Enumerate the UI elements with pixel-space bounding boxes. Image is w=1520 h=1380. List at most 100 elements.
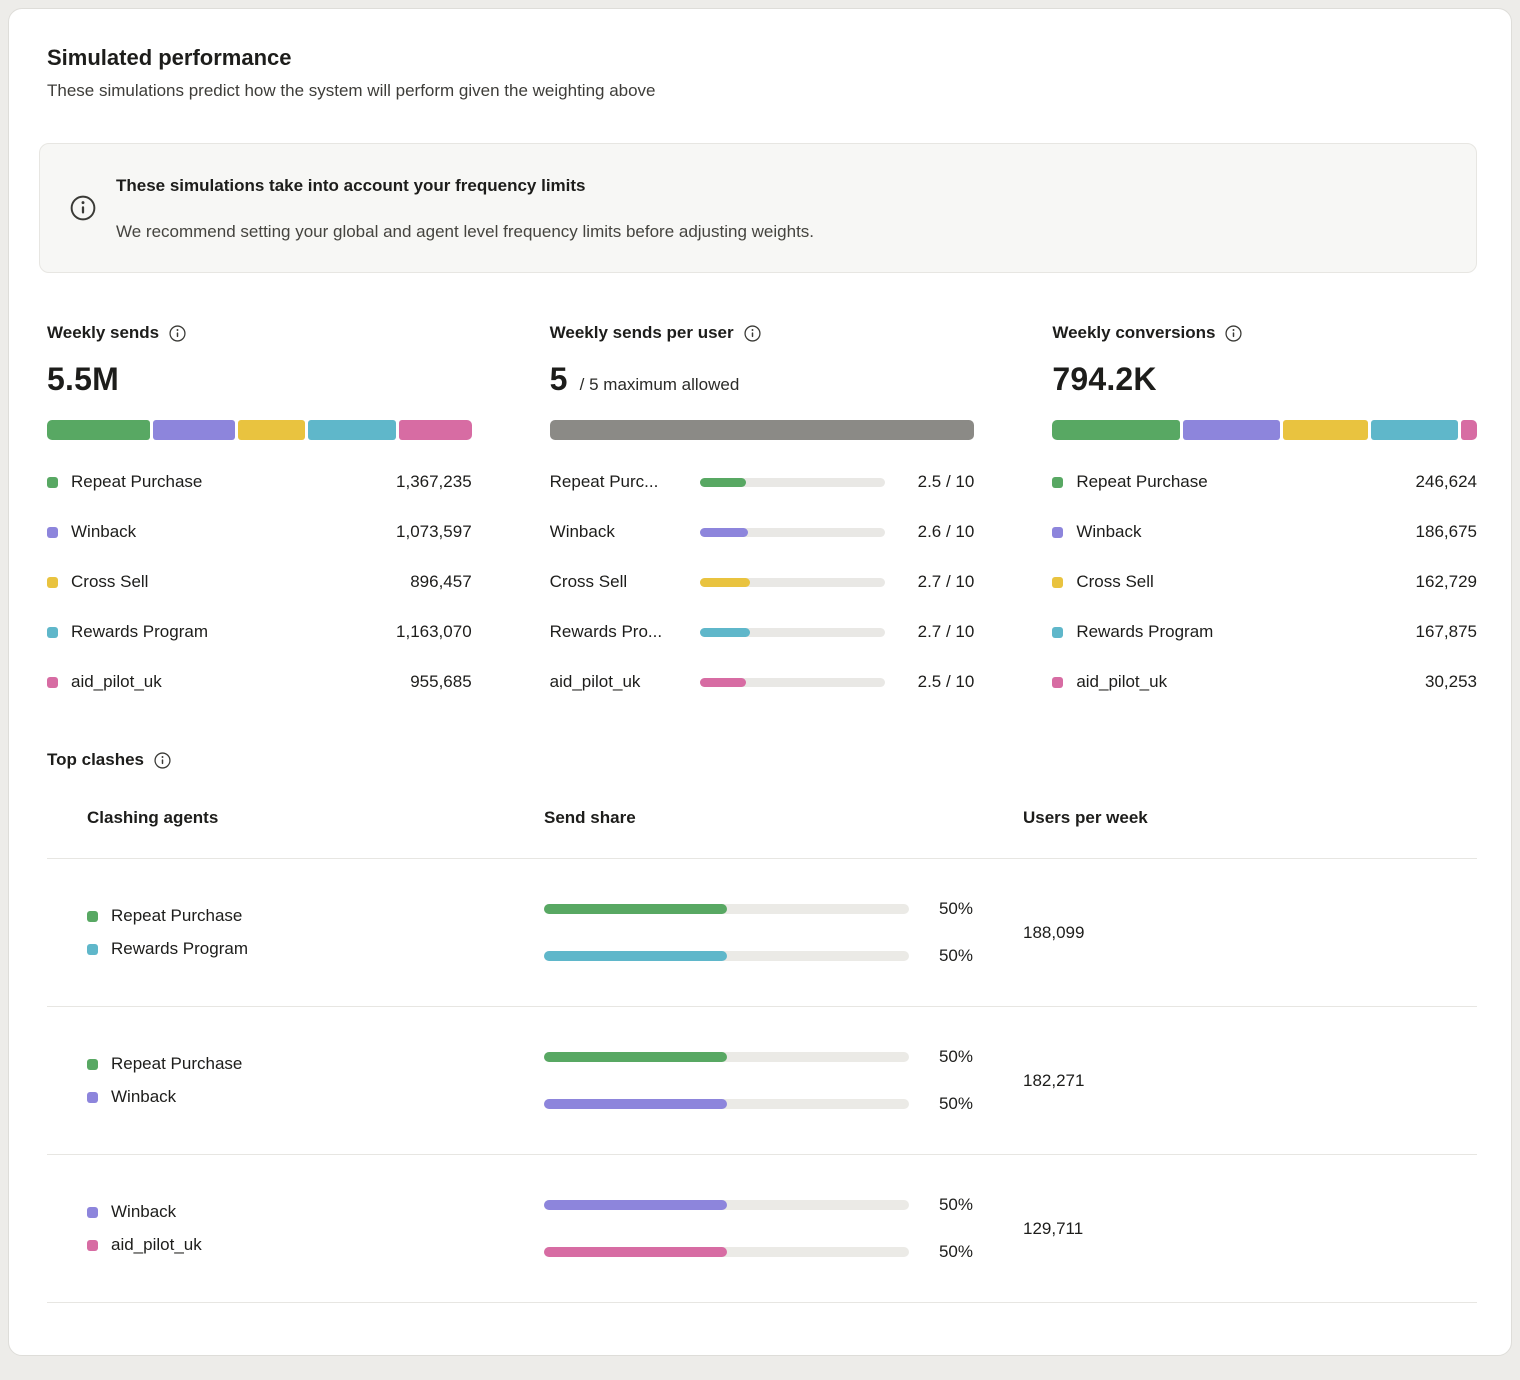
info-icon[interactable] [744, 325, 761, 342]
info-icon[interactable] [1225, 325, 1242, 342]
send-share-bar-row: 50% [544, 1094, 1023, 1114]
per-user-label: Cross Sell [550, 572, 700, 592]
per-user-progress-bar [700, 628, 885, 637]
per-user-label: aid_pilot_uk [550, 672, 700, 692]
legend-dot [47, 577, 58, 588]
legend-dot [87, 1092, 98, 1103]
send-share-fill [544, 1247, 727, 1257]
top-clashes-table-header: Clashing agents Send share Users per wee… [47, 808, 1477, 859]
legend-dot [87, 911, 98, 922]
weekly-conversions-legend: Repeat Purchase 246,624 Winback 186,675 Cros… [1052, 472, 1477, 692]
weekly-sends-header: Weekly sends [47, 323, 472, 343]
clash-agent-aid-pilot-uk: aid_pilot_uk [87, 1235, 544, 1255]
per-user-value: 2.7 / 10 [918, 622, 975, 642]
clash-agent-repeat-purchase: Repeat Purchase [87, 1054, 544, 1074]
legend-row-repeat-purchase: Repeat Purchase 246,624 [1052, 472, 1477, 492]
per-user-label: Winback [550, 522, 700, 542]
stacked-segment-cross-sell [238, 420, 306, 440]
clash-users-value: 188,099 [1023, 923, 1477, 943]
per-user-progress-fill [700, 478, 746, 487]
send-share-bar-row: 50% [544, 899, 1023, 919]
legend-value: 1,163,070 [396, 622, 472, 642]
per-user-row-rewards-pro: Rewards Pro...2.7 / 10 [550, 622, 975, 642]
stacked-segment-aid-pilot-uk [1461, 420, 1477, 440]
weekly-sends-total-row: 5.5M [47, 361, 472, 398]
legend-dot [47, 627, 58, 638]
send-share-bar [544, 1052, 909, 1062]
send-share-bar [544, 1200, 909, 1210]
clash-agent-label: Winback [111, 1202, 176, 1222]
legend-dot [87, 1240, 98, 1251]
stacked-segment-cross-sell [1283, 420, 1368, 440]
page-subtitle: These simulations predict how the system… [47, 81, 1469, 101]
send-share-value: 50% [917, 1242, 973, 1262]
stacked-segment-repeat-purchase [47, 420, 150, 440]
weekly-sends-per-user-header: Weekly sends per user [550, 323, 975, 343]
legend-value: 162,729 [1416, 572, 1477, 592]
weekly-sends-total: 5.5M [47, 361, 119, 398]
page-title: Simulated performance [47, 45, 1469, 71]
clash-row: Repeat PurchaseWinback50%50%182,271 [47, 1007, 1477, 1155]
per-user-progress-fill [700, 578, 750, 587]
legend-value: 896,457 [410, 572, 471, 592]
send-share-bar-row: 50% [544, 1047, 1023, 1067]
clash-agent-winback: Winback [87, 1202, 544, 1222]
weekly-conversions-title: Weekly conversions [1052, 323, 1215, 343]
sends-per-user-list: Repeat Purc... 2.5 / 10 Winback 2.6 / 10 Cro… [550, 472, 975, 692]
sends-per-user-capacity-bar [550, 420, 975, 440]
legend-row-winback: Winback1,073,597 [47, 522, 472, 542]
weekly-sends-stacked-bar [47, 420, 472, 440]
send-share-cell: 50% 50% [544, 1047, 1023, 1114]
weekly-conversions-total: 794.2K [1052, 361, 1156, 398]
legend-row-cross-sell: Cross Sell162,729 [1052, 572, 1477, 592]
stacked-segment-winback [153, 420, 234, 440]
info-banner-title: These simulations take into account your… [116, 174, 814, 198]
legend-value: 167,875 [1416, 622, 1477, 642]
send-share-bar-row: 50% [544, 1242, 1023, 1262]
per-user-value: 2.6 / 10 [918, 522, 975, 542]
send-share-cell: 50% 50% [544, 899, 1023, 966]
legend-row-cross-sell: Cross Sell896,457 [47, 572, 472, 592]
weekly-conversions-total-row: 794.2K [1052, 361, 1477, 398]
clash-agent-label: Repeat Purchase [111, 1054, 242, 1074]
per-user-value: 2.5 / 10 [918, 672, 975, 692]
info-icon[interactable] [154, 752, 171, 769]
legend-value: 1,367,235 [396, 472, 472, 492]
send-share-fill [544, 904, 727, 914]
clash-agent-rewards-program: Rewards Program [87, 939, 544, 959]
column-header-clashing-agents: Clashing agents [47, 808, 544, 828]
clash-agent-repeat-purchase: Repeat Purchase [87, 906, 544, 926]
legend-label: Repeat Purchase [71, 472, 202, 492]
stacked-segment-repeat-purchase [1052, 420, 1180, 440]
info-banner-description: We recommend setting your global and age… [116, 220, 814, 244]
legend-label: Repeat Purchase [1076, 472, 1207, 492]
legend-dot [1052, 527, 1063, 538]
info-icon[interactable] [70, 172, 96, 244]
clash-agents-cell: Repeat Purchase Rewards Program [47, 906, 544, 959]
top-clashes-table: Clashing agents Send share Users per wee… [47, 808, 1477, 1303]
legend-row-rewards-program: Rewards Program1,163,070 [47, 622, 472, 642]
send-share-fill [544, 951, 727, 961]
legend-value: 246,624 [1416, 472, 1477, 492]
send-share-bar [544, 1247, 909, 1257]
legend-value: 186,675 [1416, 522, 1477, 542]
top-clashes-header: Top clashes [47, 750, 1477, 770]
weekly-sends-panel: Weekly sends 5.5M Repeat Purchase 1,367,2… [47, 323, 472, 692]
legend-label: Winback [1076, 522, 1141, 542]
per-user-label: Repeat Purc... [550, 472, 700, 492]
legend-dot [87, 944, 98, 955]
legend-dot [87, 1207, 98, 1218]
info-icon[interactable] [169, 325, 186, 342]
stacked-segment-rewards-program [308, 420, 396, 440]
send-share-fill [544, 1099, 727, 1109]
info-banner-text: These simulations take into account your… [116, 172, 814, 244]
metrics-section: Weekly sends 5.5M Repeat Purchase 1,367,2… [47, 323, 1477, 692]
stacked-segment-aid-pilot-uk [399, 420, 471, 440]
simulated-performance-card: Simulated performance These simulations … [8, 8, 1512, 1356]
clash-agent-label: aid_pilot_uk [111, 1235, 202, 1255]
weekly-sends-per-user-value: 5 [550, 361, 568, 398]
legend-row-rewards-program: Rewards Program167,875 [1052, 622, 1477, 642]
send-share-bar-row: 50% [544, 946, 1023, 966]
weekly-sends-per-user-total-row: 5 / 5 maximum allowed [550, 361, 975, 398]
send-share-bar [544, 904, 909, 914]
